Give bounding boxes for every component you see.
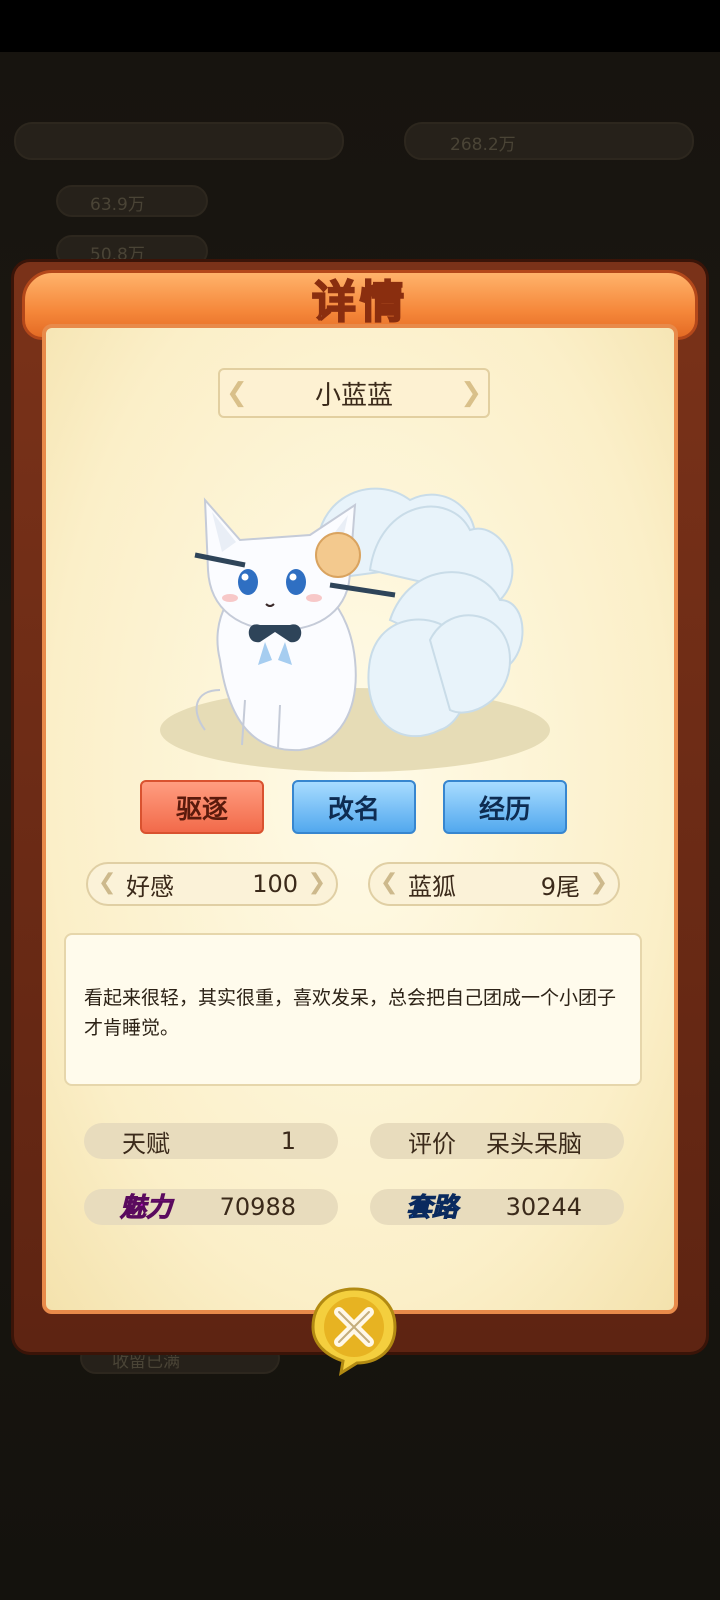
species-value: 9尾 (540, 872, 580, 901)
history-button[interactable]: 经历 (443, 780, 567, 834)
rating-bar: 评价 呆头呆脑 (370, 1123, 624, 1159)
expel-button[interactable]: 驱逐 (140, 780, 264, 834)
left-chevron-icon: ❮ (98, 870, 117, 895)
fox-character-art (160, 487, 550, 772)
rating-value: 呆头呆脑 (486, 1129, 582, 1158)
panel-title: 详情 (311, 276, 408, 329)
affection-pill: ❮ 好感 100 ❯ (86, 862, 338, 906)
charm-bar: 魅力 70988 (84, 1189, 338, 1225)
left-chevron-icon: ❮ (380, 870, 399, 895)
charm-badge: 魅力 (119, 1193, 173, 1224)
bg-currency-bar (404, 122, 694, 160)
character-name: 小蓝蓝 (314, 380, 393, 411)
right-chevron-icon: ❯ (307, 870, 326, 895)
bg-stat-text-1: 63.9万 (90, 195, 145, 215)
affection-value: 100 (252, 870, 298, 898)
charm-value: 70988 (219, 1193, 296, 1221)
bg-currency-text: 268.2万 (450, 135, 516, 155)
routine-bar: 套路 30244 (370, 1189, 624, 1225)
talent-label: 天赋 (122, 1129, 170, 1158)
talent-value: 1 (280, 1127, 296, 1155)
routine-value: 30244 (505, 1193, 582, 1221)
left-ornament-icon: ❮ (226, 378, 248, 408)
right-chevron-icon: ❯ (589, 870, 608, 895)
rename-button[interactable]: 改名 (292, 780, 416, 834)
routine-badge: 套路 (405, 1193, 459, 1224)
species-pill: ❮ 蓝狐 9尾 ❯ (368, 862, 620, 906)
name-plate: ❮ 小蓝蓝 ❯ (218, 368, 490, 418)
talent-bar: 天赋 1 (84, 1123, 338, 1159)
character-description: 看起来很轻，其实很重，喜欢发呆，总会把自己团成一个小团子才肯睡觉。 (64, 933, 642, 1086)
close-x-icon[interactable] (307, 1283, 401, 1377)
rating-label: 评价 (408, 1129, 456, 1158)
right-ornament-icon: ❯ (460, 378, 482, 408)
affection-label: 好感 (126, 872, 174, 901)
bg-top-bar (14, 122, 344, 160)
species-label: 蓝狐 (408, 872, 456, 901)
